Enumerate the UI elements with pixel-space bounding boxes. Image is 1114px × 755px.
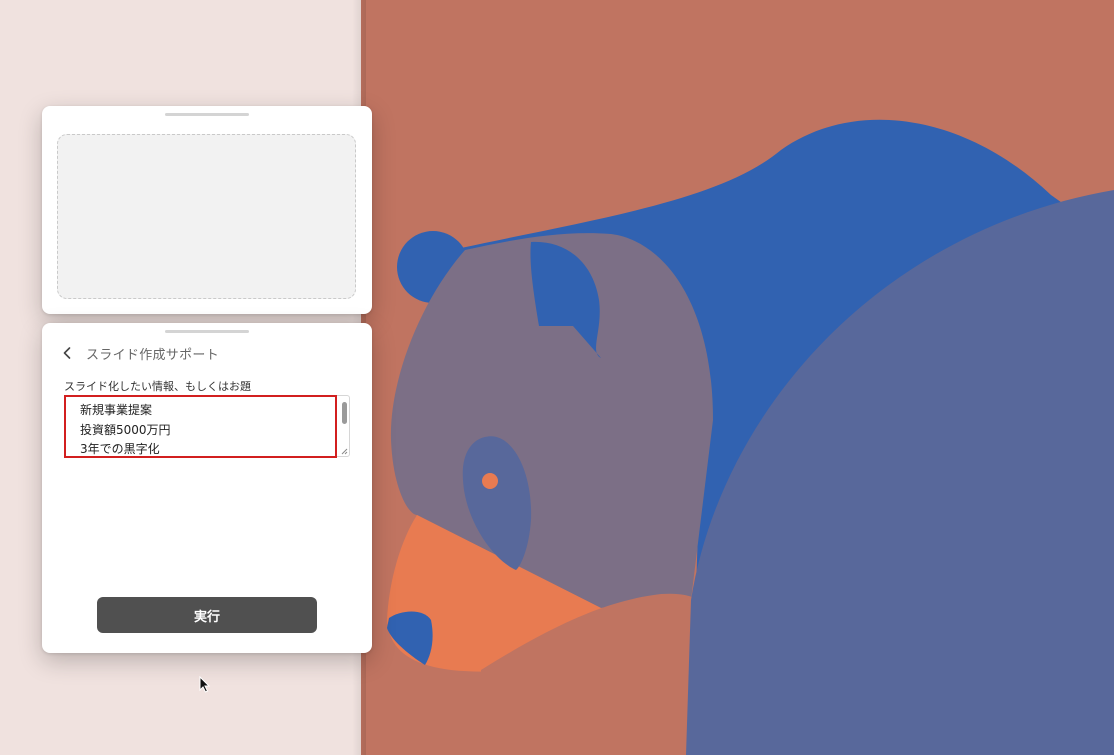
bear-illustration — [361, 0, 1114, 755]
page-title: スライド作成サポート — [86, 347, 220, 363]
slide-support-panel: スライド作成サポート スライド化したい情報、もしくはお題 新規事業提案 投資額5… — [42, 323, 372, 653]
panel-header: スライド作成サポート — [60, 342, 219, 364]
resize-handle-icon[interactable] — [341, 448, 348, 455]
screen: スライド作成サポート スライド化したい情報、もしくはお題 新規事業提案 投資額5… — [0, 0, 1114, 755]
preview-area — [57, 134, 356, 299]
run-button[interactable]: 実行 — [97, 597, 317, 633]
drag-handle[interactable] — [165, 330, 249, 333]
scrollbar-thumb[interactable] — [342, 402, 347, 424]
topic-textarea[interactable]: 新規事業提案 投資額5000万円 3年での黒字化 — [64, 395, 350, 460]
textarea-line: 投資額5000万円 — [80, 422, 171, 437]
input-label: スライド化したい情報、もしくはお題 — [64, 380, 251, 393]
textarea-content: 新規事業提案 投資額5000万円 3年での黒字化 — [80, 401, 171, 460]
textarea-line: 新規事業提案 — [80, 403, 153, 417]
drag-handle[interactable] — [165, 113, 249, 116]
mouse-cursor-icon — [199, 676, 211, 693]
preview-card — [42, 106, 372, 314]
textarea-line: 3年での黒字化 — [80, 442, 160, 456]
chevron-left-icon[interactable] — [60, 342, 74, 364]
